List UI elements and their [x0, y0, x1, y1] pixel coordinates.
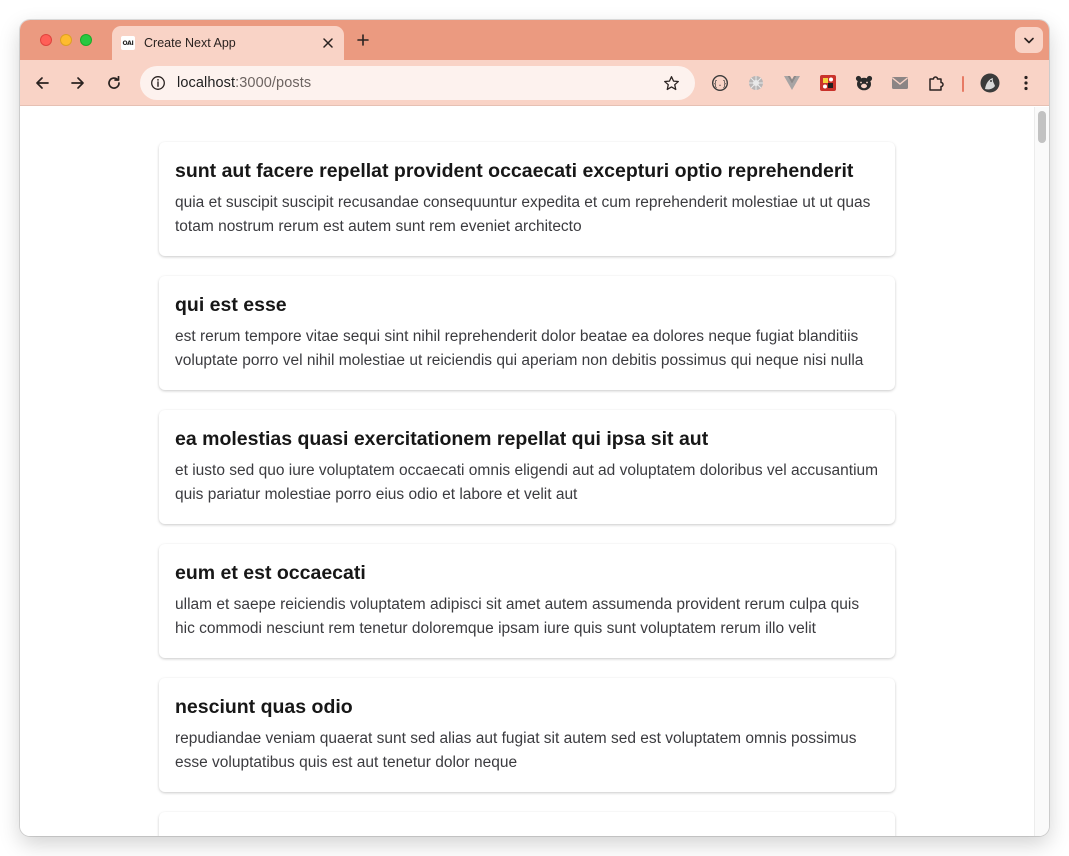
bear-icon[interactable] [854, 73, 874, 93]
puzzle-game-icon[interactable] [818, 73, 838, 93]
url-text[interactable]: localhost:3000/posts [177, 75, 311, 91]
post-body: ullam et saepe reiciendis voluptatem adi… [175, 596, 860, 637]
reload-icon[interactable] [103, 72, 125, 94]
maximize-window-button[interactable] [80, 34, 92, 46]
toolbar-divider [962, 76, 964, 92]
post-card: ea molestias quasi exercitationem repell… [159, 410, 895, 524]
browser-toolbar: localhost:3000/posts {.} [20, 60, 1049, 106]
minimize-window-button[interactable] [60, 34, 72, 46]
profile-avatar[interactable] [980, 73, 1000, 93]
new-tab-icon[interactable] [354, 31, 372, 49]
wheel-extension-icon[interactable] [746, 73, 766, 93]
page-viewport: sunt aut facere repellat provident occae… [20, 107, 1034, 836]
tab-search-chevron-down-icon[interactable] [1015, 27, 1043, 53]
post-body: est rerum tempore vitae sequi sint nihil… [175, 328, 864, 369]
bookmark-star-icon[interactable] [661, 73, 681, 93]
post-card: nesciunt quas odio repudiandae veniam qu… [159, 678, 895, 792]
vue-devtools-icon[interactable] [782, 73, 802, 93]
post-card: sunt aut facere repellat provident occae… [159, 142, 895, 256]
json-viewer-icon[interactable]: {.} [710, 73, 730, 93]
tab-title: Create Next App [144, 36, 236, 50]
post-title: qui est esse [175, 294, 287, 316]
post-card: eum et est occaecati ullam et saepe reic… [159, 544, 895, 658]
close-tab-icon[interactable] [320, 35, 336, 51]
post-title: ea molestias quasi exercitationem repell… [175, 428, 709, 450]
vertical-scrollbar[interactable] [1034, 107, 1049, 836]
extensions-puzzle-icon[interactable] [926, 73, 946, 93]
posts-list: sunt aut facere repellat provident occae… [159, 142, 895, 836]
svg-text:{.}: {.} [713, 79, 727, 88]
post-card [159, 812, 895, 836]
mail-icon[interactable] [890, 73, 910, 93]
back-arrow-icon[interactable] [31, 72, 53, 94]
post-title: nesciunt quas odio [175, 696, 353, 718]
browser-menu-kebab-icon[interactable] [1016, 73, 1036, 93]
forward-arrow-icon[interactable] [67, 72, 89, 94]
browser-window: OAI Create Next App localhost:3000/posts… [20, 20, 1049, 836]
address-bar[interactable]: localhost:3000/posts [140, 66, 695, 100]
post-body: repudiandae veniam quaerat sunt sed alia… [175, 730, 857, 771]
post-title: sunt aut facere repellat provident occae… [175, 160, 854, 182]
post-body: et iusto sed quo iure voluptatem occaeca… [175, 462, 879, 503]
close-window-button[interactable] [40, 34, 52, 46]
tab-bar: OAI Create Next App [20, 20, 1049, 60]
scrollbar-thumb[interactable] [1038, 111, 1046, 143]
post-card: qui est esse est rerum tempore vitae seq… [159, 276, 895, 390]
post-body: quia et suscipit suscipit recusandae con… [175, 194, 871, 235]
openai-favicon-icon: OAI [121, 36, 135, 50]
tab-create-next-app[interactable]: OAI Create Next App [112, 26, 344, 60]
post-title: eum et est occaecati [175, 562, 366, 584]
site-info-icon[interactable] [148, 73, 168, 93]
